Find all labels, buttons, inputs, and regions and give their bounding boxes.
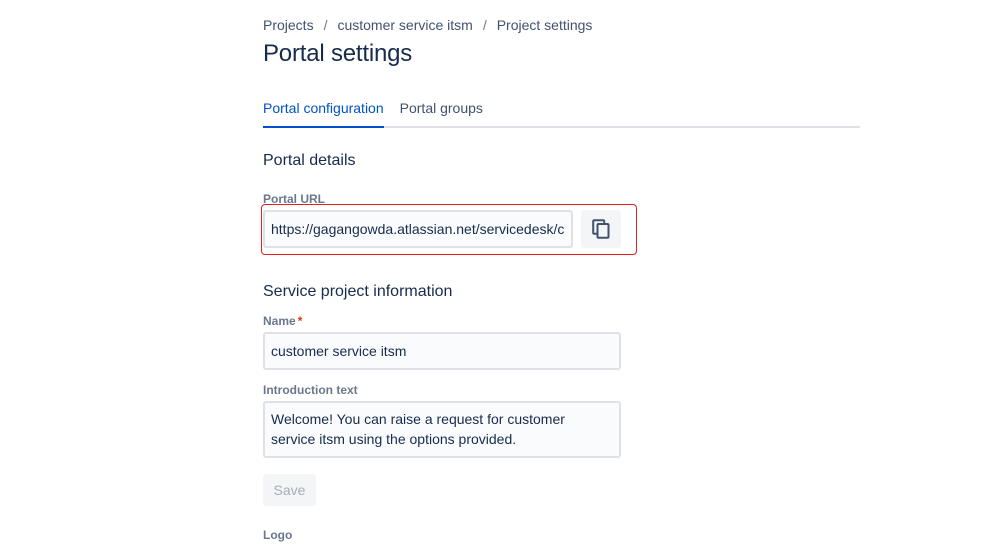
introduction-text-label: Introduction text [263,383,358,397]
portal-settings-page: Projects / customer service itsm / Proje… [0,0,999,551]
portal-details-heading: Portal details [263,152,356,169]
introduction-text-input[interactable]: Welcome! You can raise a request for cus… [263,401,621,458]
required-mark: * [297,314,303,328]
tab-portal-configuration[interactable]: Portal configuration [263,100,384,128]
breadcrumb-separator: / [323,17,328,33]
tab-portal-groups[interactable]: Portal groups [400,100,483,126]
save-button[interactable]: Save [263,474,316,506]
portal-url-input[interactable] [263,210,573,248]
service-project-info-heading: Service project information [263,283,453,300]
breadcrumb-project-settings[interactable]: Project settings [493,17,597,33]
copy-url-button[interactable] [581,210,621,248]
breadcrumb-project[interactable]: customer service itsm [333,17,476,33]
breadcrumb-projects[interactable]: Projects [259,17,318,33]
tab-list: Portal configuration Portal groups [263,100,860,128]
name-label-text: Name [263,314,296,328]
breadcrumb-separator: / [482,17,487,33]
page-title: Portal settings [263,40,413,67]
name-input[interactable] [263,332,621,370]
breadcrumb: Projects / customer service itsm / Proje… [259,17,596,33]
logo-label: Logo [263,528,293,542]
name-label: Name * [263,314,302,328]
copy-icon [592,219,610,239]
